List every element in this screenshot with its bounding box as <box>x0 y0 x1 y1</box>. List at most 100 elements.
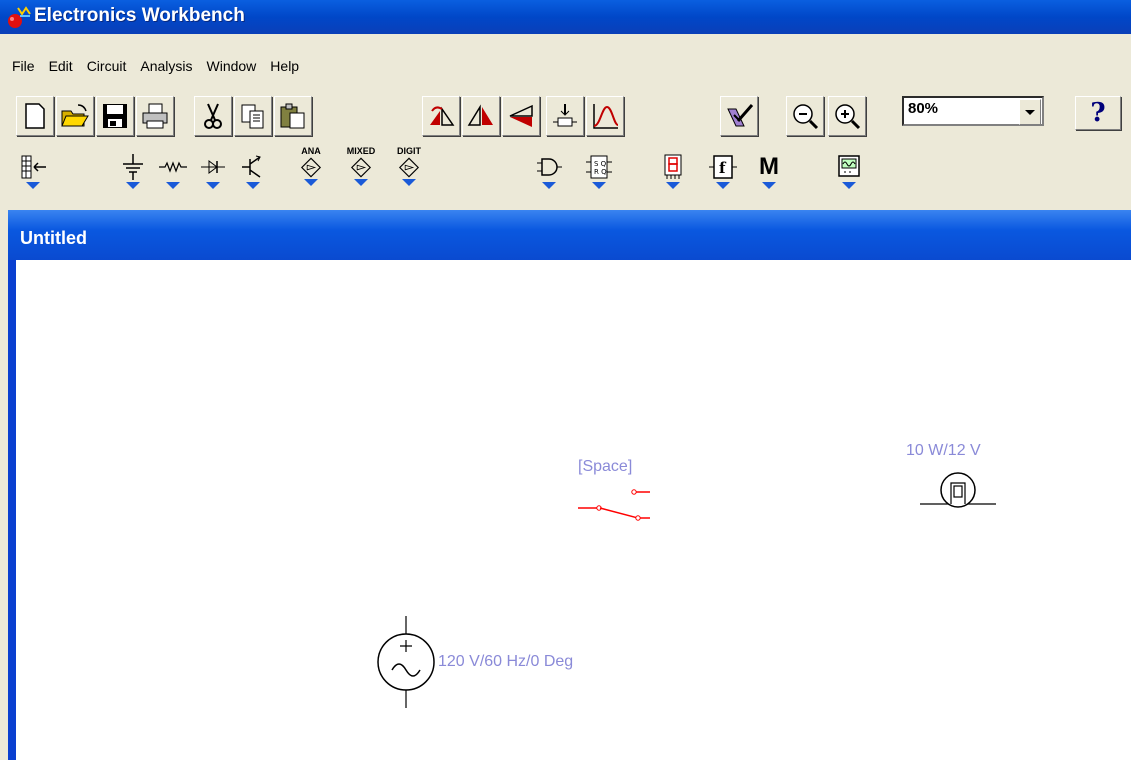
circuit-canvas[interactable]: [Space] 10 W/12 V 120 V/60 Hz/0 Deg <box>16 260 1131 760</box>
miscellaneous-bin-button[interactable]: M <box>750 152 788 192</box>
paste-clipboard-icon <box>280 103 305 129</box>
seven-segment-display-icon <box>664 154 682 179</box>
dropdown-arrow-icon <box>542 182 556 189</box>
source-rating-label: 120 V/60 Hz/0 Deg <box>438 653 574 670</box>
logic-gates-bin-button[interactable] <box>530 152 568 192</box>
open-folder-icon <box>61 104 89 127</box>
print-button[interactable] <box>136 96 174 136</box>
resistor-icon <box>159 161 187 173</box>
menu-bar: File Edit Circuit Analysis Window Help <box>5 52 1131 80</box>
flip-horizontal-button[interactable] <box>462 96 500 136</box>
component-properties-button[interactable] <box>546 96 584 136</box>
zoom-dropdown-arrow-icon[interactable] <box>1019 99 1041 125</box>
dropdown-arrow-icon <box>354 179 368 186</box>
switch-component[interactable] <box>578 482 670 528</box>
analog-ics-label: ANA <box>301 146 321 156</box>
flip-horizontal-icon <box>467 104 493 126</box>
ground-source-icon <box>123 154 143 180</box>
digital-bin-button[interactable]: S QR Q <box>580 152 618 192</box>
analysis-graphs-button[interactable] <box>586 96 624 136</box>
window-title: Electronics Workbench <box>34 5 245 26</box>
menu-analysis[interactable]: Analysis <box>133 58 199 74</box>
dropdown-arrow-icon <box>206 182 220 189</box>
oscilloscope-icon <box>838 155 860 177</box>
miscellaneous-label: M <box>759 153 779 180</box>
mixed-ics-label: MIXED <box>346 146 376 156</box>
menu-file[interactable]: File <box>5 58 42 74</box>
digital-ics-label: DIGIT <box>397 146 421 156</box>
dropdown-arrow-icon <box>304 179 318 186</box>
document-title: Untitled <box>20 228 87 248</box>
floppy-save-icon <box>103 104 127 128</box>
flip-flop-icon: S QR Q <box>586 155 612 179</box>
rotate-button[interactable] <box>422 96 460 136</box>
dropdown-arrow-icon <box>126 182 140 189</box>
app-logo-icon <box>8 6 31 28</box>
zoom-level-value: 80% <box>908 100 939 117</box>
app-titlebar: Electronics Workbench <box>0 0 1131 34</box>
dropdown-arrow-icon <box>666 182 680 189</box>
logic-gate-icon <box>537 158 562 176</box>
dropdown-arrow-icon <box>592 182 606 189</box>
svg-text:R Q: R Q <box>594 168 607 176</box>
zoom-out-button[interactable] <box>786 96 824 136</box>
zoom-out-icon <box>793 104 819 130</box>
indicators-bin-button[interactable] <box>654 152 692 192</box>
printer-icon <box>142 103 168 129</box>
dropdown-arrow-icon <box>762 182 776 189</box>
menu-edit[interactable]: Edit <box>42 58 80 74</box>
create-subcircuit-button[interactable] <box>720 96 758 136</box>
circuit-window-titlebar: Untitled <box>8 210 1131 260</box>
dropdown-arrow-icon <box>246 182 260 189</box>
diodes-bin-button[interactable] <box>194 152 232 192</box>
open-button[interactable] <box>56 96 94 136</box>
ac-voltage-source-component[interactable] <box>376 616 436 708</box>
zoom-level-select[interactable]: 80% <box>902 96 1044 126</box>
new-file-button[interactable] <box>16 96 54 136</box>
function-block-icon: f <box>709 155 737 179</box>
zoom-in-button[interactable] <box>828 96 866 136</box>
analog-ics-bin-button[interactable]: ANA <box>292 146 330 186</box>
help-button[interactable]: ? <box>1075 96 1121 130</box>
cut-button[interactable] <box>194 96 232 136</box>
subcircuit-pencil-icon <box>727 104 754 127</box>
lamp-rating-label: 10 W/12 V <box>906 442 981 459</box>
flip-vertical-icon <box>509 104 533 127</box>
diode-icon <box>201 160 225 174</box>
flip-vertical-button[interactable] <box>502 96 540 136</box>
circuit-window: Untitled [Space] 10 W/12 V 120 V/60 Hz/0… <box>8 210 1131 760</box>
controls-bin-button[interactable]: f <box>704 152 742 192</box>
dropdown-arrow-icon <box>26 182 40 189</box>
favorites-bin-button[interactable] <box>14 152 52 192</box>
dropdown-arrow-icon <box>716 182 730 189</box>
instruments-bin-button[interactable] <box>830 152 868 192</box>
mixed-ic-icon <box>350 157 372 178</box>
favorites-bin-icon <box>21 155 46 179</box>
lamp-component[interactable] <box>920 465 1000 515</box>
sources-bin-button[interactable] <box>114 152 152 192</box>
save-button[interactable] <box>96 96 134 136</box>
new-file-icon <box>25 103 45 129</box>
transistor-icon <box>242 155 261 178</box>
graph-icon <box>593 104 619 129</box>
digital-ic-icon <box>398 157 420 178</box>
rotate-icon <box>430 106 455 126</box>
menu-help[interactable]: Help <box>263 58 306 74</box>
dropdown-arrow-icon <box>842 182 856 189</box>
paste-button[interactable] <box>274 96 312 136</box>
digital-ics-bin-button[interactable]: DIGIT <box>390 146 428 186</box>
menu-window[interactable]: Window <box>200 58 264 74</box>
transistors-bin-button[interactable] <box>234 152 272 192</box>
component-properties-icon <box>553 104 577 127</box>
copy-button[interactable] <box>234 96 272 136</box>
dropdown-arrow-icon <box>402 179 416 186</box>
zoom-in-icon <box>835 104 861 130</box>
svg-text:S Q: S Q <box>594 160 607 168</box>
basic-bin-button[interactable] <box>154 152 192 192</box>
switch-key-label: [Space] <box>578 458 633 475</box>
menu-circuit[interactable]: Circuit <box>80 58 134 74</box>
analog-ic-icon <box>300 157 322 178</box>
mixed-ics-bin-button[interactable]: MIXED <box>342 146 380 186</box>
scissors-icon <box>204 103 222 129</box>
dropdown-arrow-icon <box>166 182 180 189</box>
